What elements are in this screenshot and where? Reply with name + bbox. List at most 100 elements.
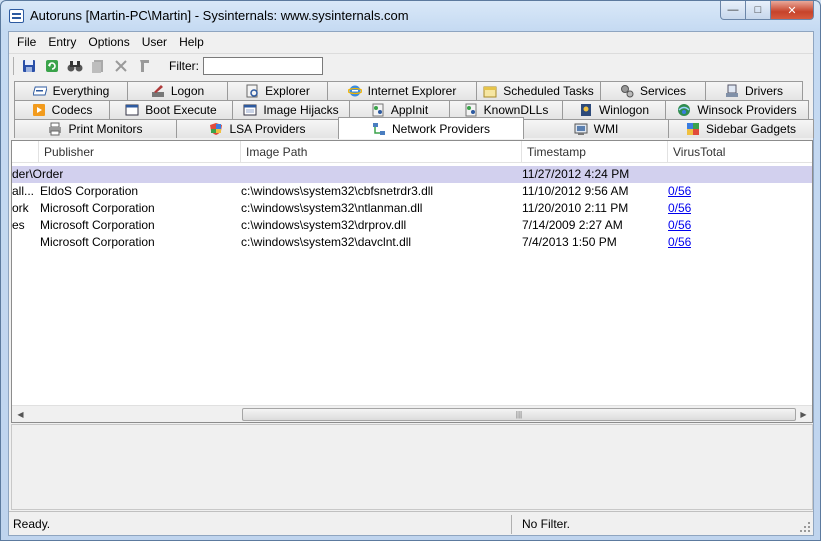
toolbar: Filter: [9, 53, 813, 77]
column-image-path[interactable]: Image Path [240, 141, 521, 163]
table-row[interactable]: Microsoft Corporation c:\windows\system3… [12, 234, 812, 251]
codecs-icon [32, 104, 45, 116]
tab-internet-explorer[interactable]: Internet Explorer [327, 81, 477, 100]
row-entry: es [12, 218, 25, 232]
tab-winsock-providers[interactable]: Winsock Providers [665, 100, 809, 119]
filter-label: Filter: [169, 58, 199, 73]
image-hijacks-icon [243, 104, 257, 116]
services-icon [620, 85, 634, 98]
tab-logon[interactable]: Logon [127, 81, 228, 100]
column-timestamp[interactable]: Timestamp [521, 141, 667, 163]
client-area: File Entry Options User Help Filter: Eve… [8, 31, 814, 536]
find-button[interactable] [65, 56, 85, 76]
everything-icon [32, 86, 47, 96]
row-virustotal-link[interactable]: 0/56 [668, 234, 691, 251]
group-row-timestamp: 11/27/2012 4:24 PM [522, 167, 630, 181]
tab-label: Logon [170, 84, 205, 98]
row-entry: all... [12, 184, 35, 198]
tab-label: Sidebar Gadgets [705, 122, 797, 136]
tab-label: Winsock Providers [697, 103, 797, 117]
menu-help[interactable]: Help [173, 32, 210, 52]
jump-icon [140, 59, 149, 72]
menu-file[interactable]: File [11, 32, 42, 52]
tab-sidebar-gadgets[interactable]: Sidebar Gadgets [668, 119, 814, 138]
save-button[interactable] [19, 56, 39, 76]
row-publisher: Microsoft Corporation [40, 218, 155, 232]
row-publisher: Microsoft Corporation [40, 235, 155, 249]
row-image-path: c:\windows\system32\davclnt.dll [241, 235, 412, 249]
tab-everything[interactable]: Everything [14, 81, 128, 100]
row-virustotal-link[interactable]: 0/56 [668, 183, 691, 200]
row-entry: ork [12, 201, 29, 215]
tab-print-monitors[interactable]: Print Monitors [14, 119, 177, 138]
group-row-entry: der\Order [12, 167, 64, 181]
status-bar: Ready. No Filter. [9, 511, 813, 535]
jump-button[interactable] [134, 56, 154, 76]
toolbar-separator [13, 56, 14, 75]
refresh-button[interactable] [42, 56, 62, 76]
column-header: Publisher Image Path Timestamp VirusTota… [12, 141, 812, 163]
tab-codecs[interactable]: Codecs [14, 100, 110, 119]
find-icon [67, 60, 83, 71]
tab-boot-execute[interactable]: Boot Execute [109, 100, 233, 119]
tab-image-hijacks[interactable]: Image Hijacks [232, 100, 350, 119]
save-icon [23, 59, 35, 72]
wmi-icon [574, 123, 588, 135]
tab-lsa-providers[interactable]: LSA Providers [176, 119, 339, 138]
tab-explorer[interactable]: Explorer [227, 81, 328, 100]
row-publisher: Microsoft Corporation [40, 201, 155, 215]
table-row[interactable]: all... EldoS Corporation c:\windows\syst… [12, 183, 812, 200]
scroll-right-icon: ▶ [800, 410, 807, 419]
winlogon-icon [580, 104, 591, 116]
table-row[interactable]: ork Microsoft Corporation c:\windows\sys… [12, 200, 812, 217]
network-providers-icon [372, 122, 385, 135]
tab-row-1: Everything Logon Explorer Internet Explo… [14, 81, 803, 100]
resize-grip-icon[interactable] [799, 521, 811, 533]
tab-winlogon[interactable]: Winlogon [562, 100, 666, 119]
row-timestamp: 7/4/2013 1:50 PM [522, 235, 617, 249]
tab-label: Winlogon [598, 103, 650, 117]
tab-services[interactable]: Services [600, 81, 706, 100]
tab-scheduled-tasks[interactable]: Scheduled Tasks [476, 81, 601, 100]
delete-button[interactable] [111, 56, 131, 76]
window-title: Autoruns [Martin-PC\Martin] - Sysinterna… [30, 8, 409, 23]
column-publisher[interactable]: Publisher [38, 141, 240, 163]
status-text: Ready. [13, 517, 51, 531]
row-timestamp: 11/10/2012 9:56 AM [522, 184, 629, 198]
close-button[interactable]: ✕ [771, 1, 814, 20]
row-image-path: c:\windows\system32\cbfsnetrdr3.dll [241, 184, 434, 198]
scroll-thumb[interactable]: ||| [242, 408, 796, 421]
scheduled-tasks-icon [483, 86, 497, 98]
row-virustotal-link[interactable]: 0/56 [668, 200, 691, 217]
entries-list[interactable]: Publisher Image Path Timestamp VirusTota… [11, 140, 813, 423]
row-virustotal-link[interactable]: 0/56 [668, 217, 691, 234]
row-publisher: EldoS Corporation [40, 184, 139, 198]
menu-user[interactable]: User [136, 32, 173, 52]
menu-bar: File Entry Options User Help [9, 32, 813, 52]
tab-label: Drivers [745, 84, 783, 98]
tab-label: Everything [52, 84, 110, 98]
tab-label: Print Monitors [68, 122, 143, 136]
autoruns-window: Autoruns [Martin-PC\Martin] - Sysinterna… [0, 0, 821, 541]
tab-wmi[interactable]: WMI [523, 119, 669, 138]
details-pane [11, 424, 813, 510]
menu-entry[interactable]: Entry [42, 32, 82, 52]
copy-button[interactable] [88, 56, 108, 76]
tab-network-providers[interactable]: Network Providers [338, 117, 524, 139]
menu-options[interactable]: Options [82, 32, 135, 52]
tab-drivers[interactable]: Drivers [705, 81, 803, 100]
maximize-button[interactable]: □ [746, 1, 771, 20]
horizontal-scrollbar[interactable]: ◀ ||| ▶ [12, 405, 812, 422]
explorer-icon [246, 84, 258, 98]
minimize-button[interactable]: — [720, 1, 746, 20]
filter-status-text: No Filter. [522, 517, 571, 531]
group-row[interactable]: der\Order 11/27/2012 4:24 PM [12, 166, 812, 183]
column-virustotal[interactable]: VirusTotal [667, 141, 812, 163]
table-row[interactable]: es Microsoft Corporation c:\windows\syst… [12, 217, 812, 234]
drivers-icon [726, 84, 738, 97]
scroll-right-button[interactable]: ▶ [795, 406, 812, 422]
filter-input[interactable] [203, 56, 323, 75]
scroll-left-button[interactable]: ◀ [12, 406, 29, 422]
delete-icon [115, 59, 127, 72]
title-bar[interactable]: Autoruns [Martin-PC\Martin] - Sysinterna… [1, 1, 820, 31]
